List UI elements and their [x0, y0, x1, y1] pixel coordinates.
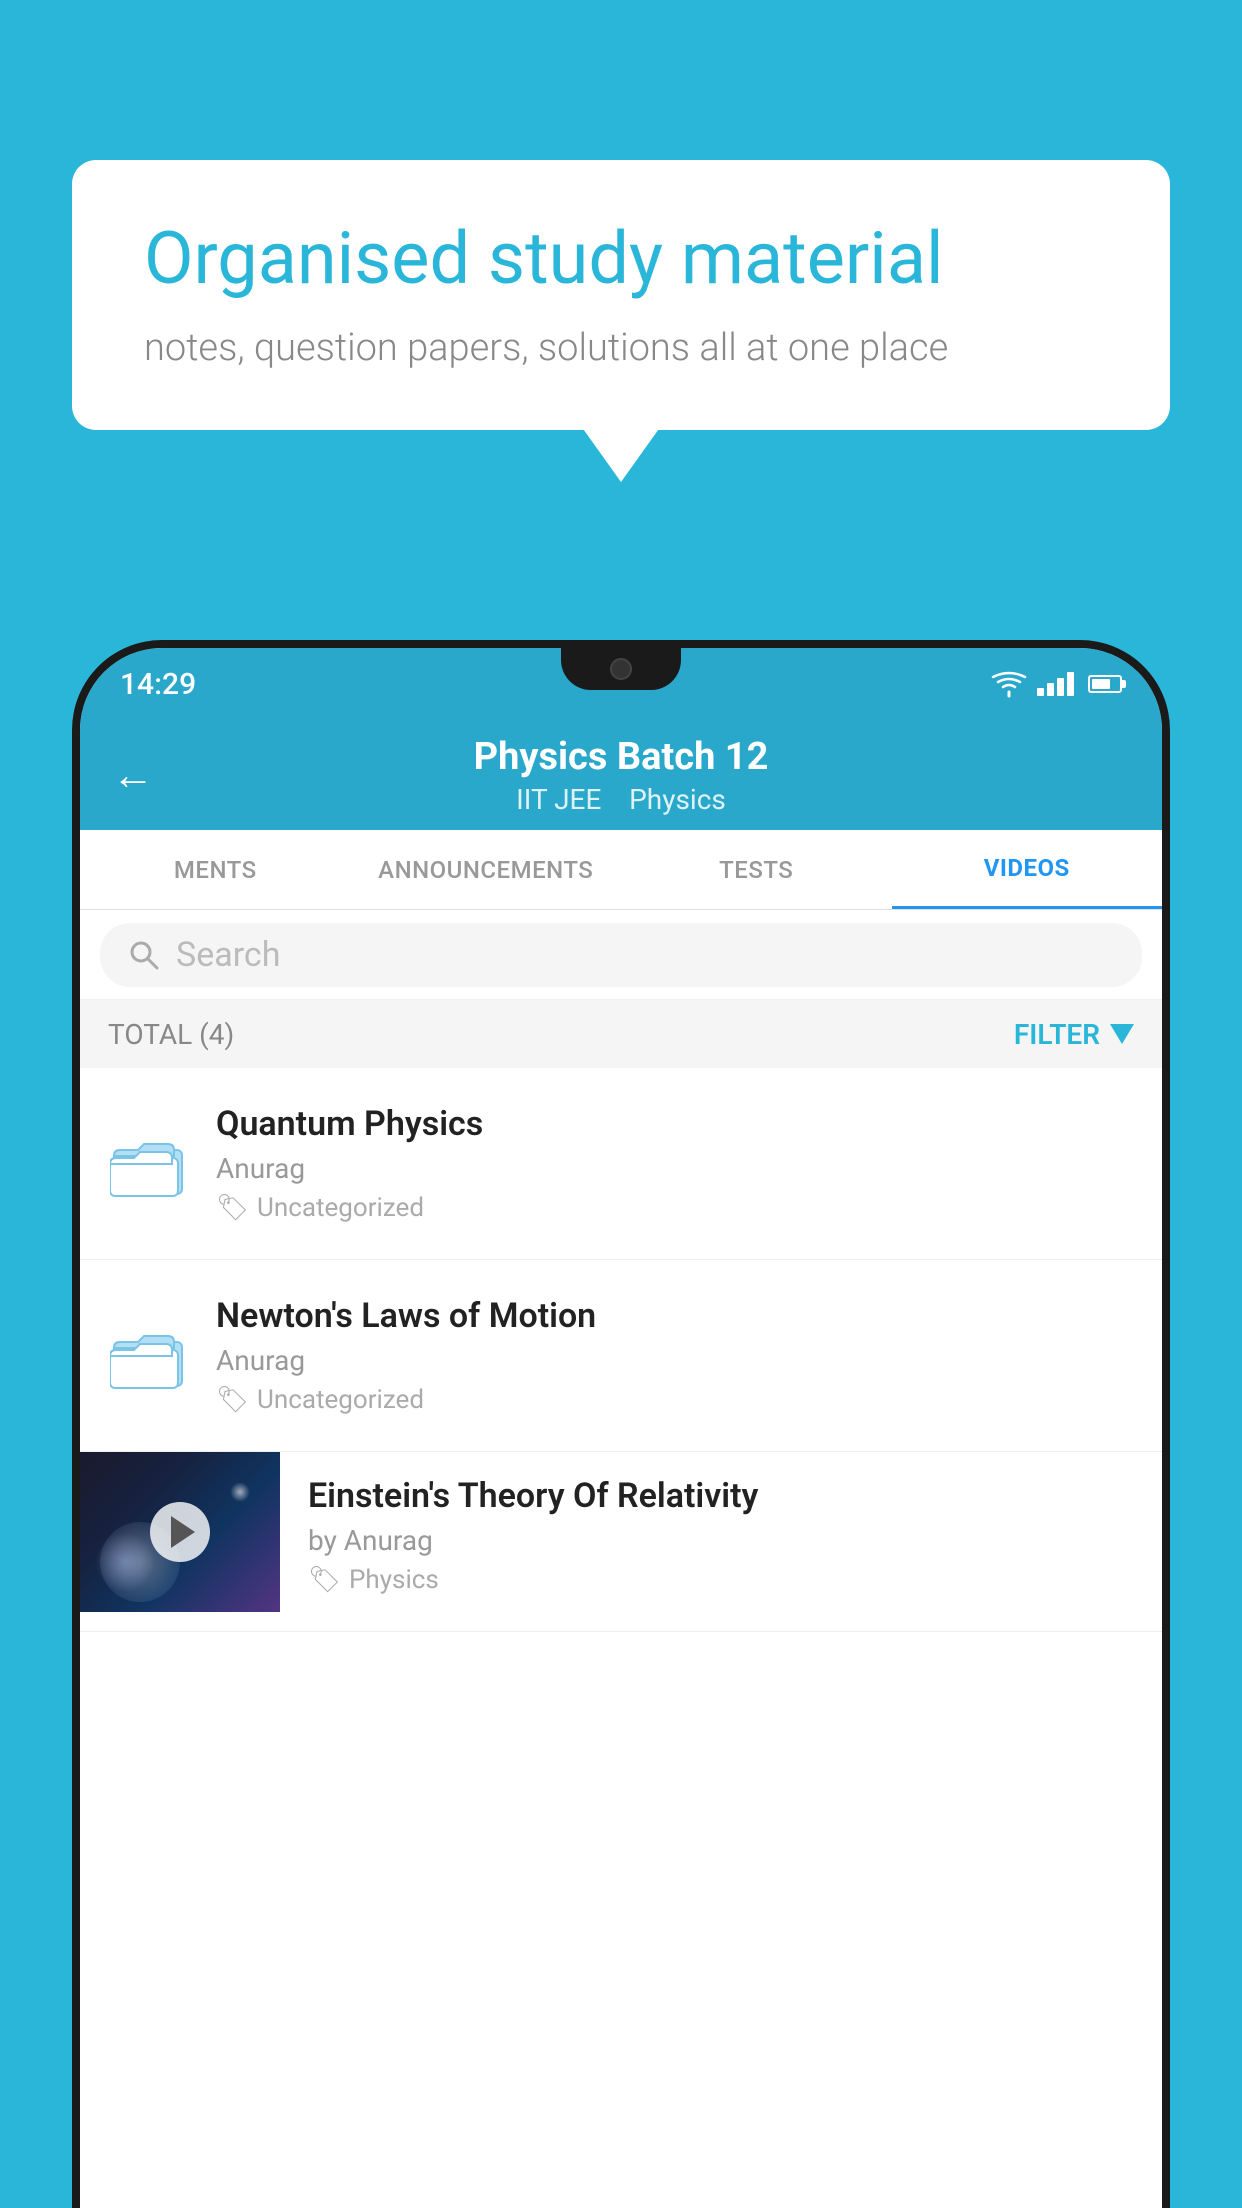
search-input-wrapper[interactable]: Search: [100, 923, 1142, 987]
video-thumbnail: [80, 1452, 280, 1612]
app-header: ← Physics Batch 12 IIT JEE Physics: [80, 720, 1162, 830]
item-author: Anurag: [216, 1344, 1134, 1377]
tag-icon: 🏷: [216, 1385, 249, 1415]
tab-videos[interactable]: VIDEOS: [892, 830, 1163, 909]
tag-icon: 🏷: [308, 1565, 341, 1595]
play-button[interactable]: [150, 1502, 210, 1562]
item-author: Anurag: [216, 1152, 1134, 1185]
item-content: Newton's Laws of Motion Anurag 🏷 Uncateg…: [216, 1296, 1134, 1415]
wifi-icon: [991, 670, 1027, 698]
thumb-title: Einstein's Theory Of Relativity: [308, 1476, 1142, 1516]
signal-bars-icon: [1037, 672, 1074, 696]
item-title: Quantum Physics: [216, 1104, 1134, 1144]
phone-inner: 14:29: [80, 648, 1162, 2208]
tab-ments[interactable]: MENTS: [80, 830, 351, 909]
filter-triangle-icon: [1110, 1024, 1134, 1044]
phone-frame: 14:29: [72, 640, 1170, 2208]
filter-label: FILTER: [1014, 1018, 1100, 1051]
speech-bubble-container: Organised study material notes, question…: [72, 160, 1170, 430]
item-title: Newton's Laws of Motion: [216, 1296, 1134, 1336]
tag-label: Physics: [349, 1565, 439, 1595]
screen-content: 14:29: [80, 648, 1162, 2208]
tab-announcements[interactable]: ANNOUNCEMENTS: [351, 830, 622, 909]
header-text: Physics Batch 12 IIT JEE Physics: [474, 735, 769, 816]
header-title: Physics Batch 12: [474, 735, 769, 779]
list-item-thumb[interactable]: Einstein's Theory Of Relativity by Anura…: [80, 1452, 1162, 1632]
status-time: 14:29: [120, 667, 196, 702]
item-tag: 🏷 Uncategorized: [216, 1385, 1134, 1415]
search-bar: Search: [80, 910, 1162, 1000]
battery-icon: [1088, 675, 1122, 693]
content-list: Quantum Physics Anurag 🏷 Uncategorized: [80, 1068, 1162, 2208]
speech-bubble: Organised study material notes, question…: [72, 160, 1170, 430]
camera-dot: [610, 658, 632, 680]
thumb-content: Einstein's Theory Of Relativity by Anura…: [280, 1452, 1162, 1615]
tag-label: Uncategorized: [257, 1193, 424, 1223]
item-folder-icon: [108, 1124, 188, 1204]
speech-bubble-title: Organised study material: [144, 216, 1098, 302]
header-subtitle: IIT JEE Physics: [474, 783, 769, 816]
item-tag: 🏷 Uncategorized: [216, 1193, 1134, 1223]
search-placeholder: Search: [176, 935, 280, 975]
status-icons: [991, 670, 1122, 698]
filter-button[interactable]: FILTER: [1014, 1018, 1134, 1051]
search-icon: [128, 939, 160, 971]
thumb-tag: 🏷 Physics: [308, 1565, 1142, 1595]
tag-icon: 🏷: [216, 1193, 249, 1223]
item-content: Quantum Physics Anurag 🏷 Uncategorized: [216, 1104, 1134, 1223]
tag-label: Uncategorized: [257, 1385, 424, 1415]
list-item[interactable]: Quantum Physics Anurag 🏷 Uncategorized: [80, 1068, 1162, 1260]
filter-bar: TOTAL (4) FILTER: [80, 1000, 1162, 1068]
back-button[interactable]: ←: [112, 751, 154, 800]
tab-tests[interactable]: TESTS: [621, 830, 892, 909]
phone-notch: [561, 648, 681, 690]
list-item[interactable]: Newton's Laws of Motion Anurag 🏷 Uncateg…: [80, 1260, 1162, 1452]
item-folder-icon: [108, 1316, 188, 1396]
total-count: TOTAL (4): [108, 1018, 234, 1051]
play-triangle-icon: [171, 1516, 195, 1548]
speech-bubble-subtitle: notes, question papers, solutions all at…: [144, 326, 1098, 370]
tabs-bar: MENTS ANNOUNCEMENTS TESTS VIDEOS: [80, 830, 1162, 910]
thumb-author: by Anurag: [308, 1524, 1142, 1557]
header-subtitle-iitjee: IIT JEE Physics: [516, 783, 726, 816]
